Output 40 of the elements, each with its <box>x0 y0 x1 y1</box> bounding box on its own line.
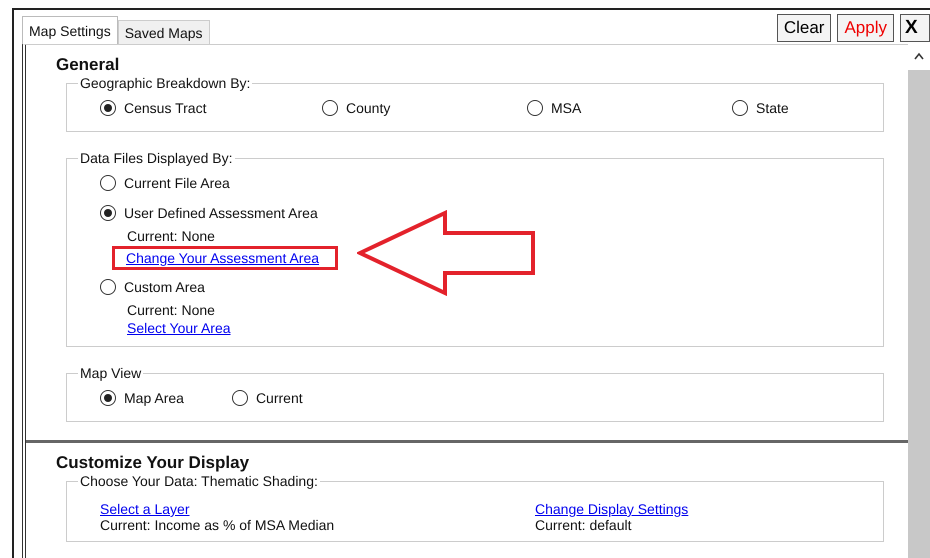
radio-button[interactable] <box>100 100 116 116</box>
radio-label: Map Area <box>124 390 184 406</box>
group-label: Map View <box>79 365 142 381</box>
radio-button[interactable] <box>100 390 116 406</box>
radio-label: Custom Area <box>124 279 205 295</box>
chevron-up-icon[interactable] <box>908 44 930 70</box>
tab[interactable]: Map Settings <box>22 16 118 44</box>
link[interactable]: Select Your Area <box>127 320 231 336</box>
group-label: Geographic Breakdown By: <box>79 75 252 91</box>
radio-button[interactable] <box>732 100 748 116</box>
arrow-icon <box>357 210 537 296</box>
radio-button[interactable] <box>100 175 116 191</box>
tab[interactable]: Saved Maps <box>118 20 210 44</box>
radio-button[interactable] <box>100 279 116 295</box>
section-title: General <box>56 55 120 75</box>
current-value: Current: None <box>127 228 216 244</box>
radio-label: County <box>346 100 390 116</box>
toolbar-button[interactable]: Apply <box>837 14 894 42</box>
radio-button[interactable] <box>527 100 543 116</box>
radio-label: Current <box>256 390 303 406</box>
toolbar-button[interactable]: Clear <box>776 14 832 42</box>
close-button[interactable]: X <box>900 14 930 42</box>
link[interactable]: Select a Layer <box>100 501 190 517</box>
group-label: Choose Your Data: Thematic Shading: <box>79 473 319 489</box>
radio-label: MSA <box>551 100 582 116</box>
group-label: Data Files Displayed By: <box>79 150 234 166</box>
radio-label: Current File Area <box>124 175 230 191</box>
radio-button[interactable] <box>232 390 248 406</box>
radio-button[interactable] <box>100 205 116 221</box>
current-value: Current: Income as % of MSA Median <box>100 517 336 533</box>
link[interactable]: Change Display Settings <box>535 501 688 517</box>
current-value: Current: None <box>127 302 216 318</box>
section-title: Customize Your Display <box>56 453 250 473</box>
current-value: Current: default <box>535 517 632 533</box>
scrollbar[interactable] <box>908 44 930 558</box>
link[interactable]: Change Your Assessment Area <box>126 250 320 266</box>
radio-label: User Defined Assessment Area <box>124 205 318 221</box>
radio-button[interactable] <box>322 100 338 116</box>
radio-label: Census Tract <box>124 100 206 116</box>
radio-label: State <box>756 100 789 116</box>
